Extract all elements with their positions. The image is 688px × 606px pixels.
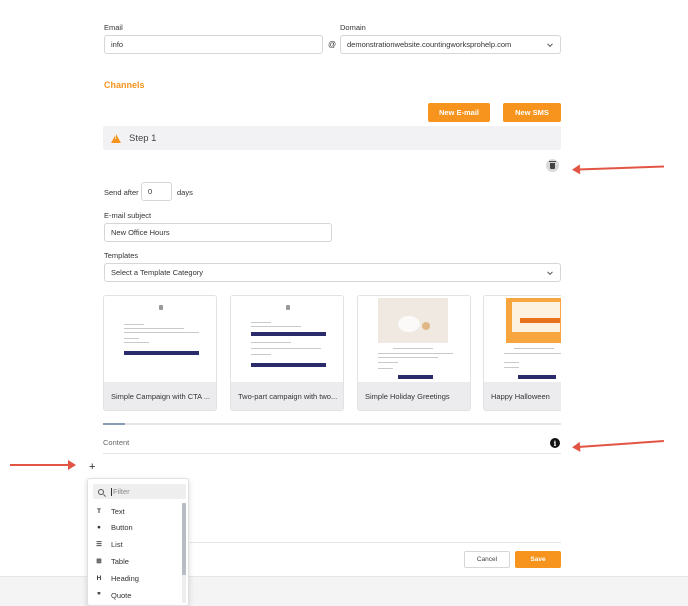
- block-menu-item-label: Button: [111, 522, 133, 532]
- block-menu-item-list[interactable]: ☰ List: [95, 537, 123, 551]
- block-menu-item-label: Quote: [111, 590, 132, 600]
- email-label: Email: [104, 23, 123, 32]
- heading-icon: H: [96, 574, 102, 582]
- templates-label: Templates: [104, 251, 139, 260]
- chevron-down-icon: [547, 268, 553, 275]
- template-name: Two-part campaign with two...: [231, 382, 343, 410]
- block-menu-item-label: Text: [111, 506, 125, 516]
- send-after-value: 0: [148, 187, 153, 196]
- content-label: Content: [103, 438, 130, 447]
- domain-select[interactable]: demonstrationwebsite.countingworksprohel…: [340, 35, 561, 54]
- info-icon[interactable]: i: [550, 438, 560, 448]
- divider: [190, 542, 561, 543]
- template-preview: [358, 296, 470, 384]
- template-preview: [231, 296, 343, 384]
- delete-step-button[interactable]: [546, 159, 559, 172]
- template-card[interactable]: Simple Campaign with CTA ...: [103, 295, 217, 411]
- send-after-label: Send after: [104, 188, 139, 197]
- text-icon: T: [97, 507, 101, 515]
- quote-icon: ❞: [97, 592, 101, 599]
- subject-value: New Office Hours: [111, 228, 170, 237]
- halloween-image: [506, 298, 561, 343]
- text-cursor: [111, 487, 112, 496]
- template-preview: [104, 296, 216, 384]
- channels-title: Channels: [104, 80, 145, 90]
- template-card[interactable]: Two-part campaign with two...: [230, 295, 344, 411]
- annotation-arrow-info: [578, 440, 664, 448]
- subject-input[interactable]: New Office Hours: [104, 223, 332, 242]
- block-menu-scrollbar-thumb[interactable]: [182, 503, 186, 575]
- holiday-image: [378, 298, 448, 343]
- filter-input[interactable]: Filter: [93, 484, 186, 499]
- template-category-value: Select a Template Category: [111, 268, 203, 277]
- template-name: Happy Halloween: [484, 382, 561, 410]
- block-menu-item-quote[interactable]: ❞ Quote: [95, 588, 131, 602]
- template-card[interactable]: Simple Holiday Greetings: [357, 295, 471, 411]
- block-menu-item-table[interactable]: ⊞ Table: [95, 554, 129, 568]
- days-label: days: [177, 188, 193, 197]
- save-button[interactable]: Save: [515, 551, 561, 568]
- search-icon: [98, 488, 104, 495]
- email-input-value: info: [111, 40, 124, 49]
- divider: [103, 453, 561, 454]
- template-preview: [484, 296, 561, 384]
- list-icon: ☰: [96, 541, 102, 548]
- block-menu-item-button[interactable]: ● Button: [95, 520, 133, 534]
- block-menu: Filter T Text ● Button ☰ List ⊞ Table H …: [87, 478, 189, 606]
- block-menu-item-label: Table: [111, 556, 129, 566]
- new-sms-button[interactable]: New SMS: [503, 103, 561, 122]
- at-sign: @: [328, 40, 337, 49]
- block-menu-item-text[interactable]: T Text: [95, 504, 125, 518]
- chevron-down-icon: [547, 40, 553, 47]
- trash-icon: [549, 160, 556, 169]
- annotation-arrow-delete: [577, 165, 665, 171]
- templates-scrollbar[interactable]: [103, 423, 561, 425]
- block-menu-item-label: Heading: [111, 573, 139, 583]
- step-title: Step 1: [129, 132, 157, 144]
- annotation-arrow-add: [10, 460, 76, 470]
- send-after-input[interactable]: 0: [141, 182, 172, 201]
- email-input[interactable]: info: [104, 35, 323, 54]
- table-icon: ⊞: [96, 558, 102, 565]
- template-name: Simple Campaign with CTA ...: [104, 382, 216, 410]
- templates-scrollbar-thumb[interactable]: [103, 423, 125, 425]
- warning-icon: [111, 133, 121, 143]
- block-menu-item-label: List: [111, 539, 123, 549]
- new-email-button[interactable]: New E-mail: [428, 103, 490, 122]
- filter-placeholder: Filter: [113, 487, 130, 496]
- domain-select-value: demonstrationwebsite.countingworksprohel…: [347, 40, 512, 49]
- cancel-button[interactable]: Cancel: [464, 551, 510, 568]
- template-card[interactable]: Happy Halloween: [483, 295, 561, 411]
- domain-label: Domain: [340, 23, 366, 32]
- button-icon: ●: [97, 523, 101, 531]
- block-menu-item-heading[interactable]: H Heading: [95, 571, 139, 585]
- step-header[interactable]: Step 1: [103, 126, 561, 150]
- template-category-select[interactable]: Select a Template Category: [104, 263, 561, 282]
- template-name: Simple Holiday Greetings: [358, 382, 470, 410]
- add-block-button[interactable]: +: [89, 461, 95, 473]
- subject-label: E-mail subject: [104, 211, 152, 220]
